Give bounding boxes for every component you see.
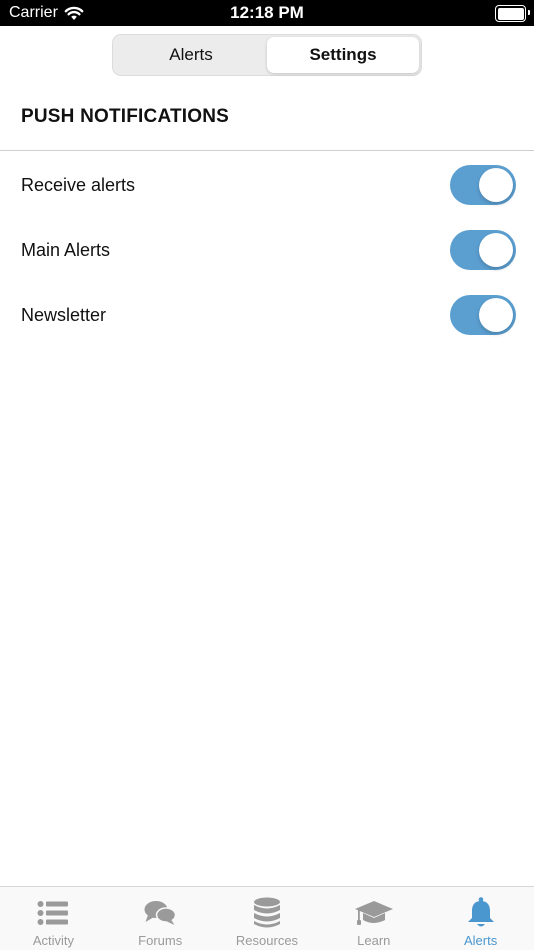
screen: Carrier 12:18 PM Alerts Settings PUSH NO… — [0, 0, 534, 950]
tab-label: Resources — [235, 933, 299, 948]
tab-label: Activity — [32, 933, 74, 948]
database-icon — [253, 897, 281, 929]
chat-bubbles-icon — [144, 897, 177, 929]
tab-activity[interactable]: Activity — [0, 887, 107, 950]
status-time: 12:18 PM — [230, 3, 304, 22]
segment-alerts[interactable]: Alerts — [115, 37, 267, 73]
section-divider — [0, 150, 534, 151]
setting-label: Main Alerts — [21, 240, 111, 260]
setting-label: Receive alerts — [21, 175, 136, 195]
segmented-control: Alerts Settings — [112, 34, 422, 76]
battery-icon — [495, 5, 530, 22]
segment-alerts-label: Alerts — [169, 45, 213, 64]
setting-row-main-alerts: Main Alerts — [0, 226, 534, 276]
tab-label: Alerts — [463, 933, 498, 948]
tab-resources[interactable]: Resources — [214, 887, 321, 950]
toggle-knob — [479, 298, 513, 332]
tab-label: Learn — [357, 933, 391, 948]
setting-label: Newsletter — [21, 305, 107, 325]
graduation-cap-icon — [354, 897, 394, 929]
tab-label: Forums — [138, 933, 183, 948]
segment-settings[interactable]: Settings — [267, 37, 419, 73]
newsletter-toggle[interactable] — [450, 295, 516, 335]
list-icon — [37, 897, 69, 929]
status-bar: Carrier 12:18 PM — [0, 0, 534, 26]
tab-alerts[interactable]: Alerts — [427, 887, 534, 950]
tab-forums[interactable]: Forums — [107, 887, 214, 950]
bell-icon — [466, 897, 496, 929]
tab-bar: Activity Forums Resources Learn Alerts — [0, 886, 534, 950]
main-alerts-toggle[interactable] — [450, 230, 516, 270]
toggle-knob — [479, 168, 513, 202]
tab-learn[interactable]: Learn — [320, 887, 427, 950]
setting-row-receive-alerts: Receive alerts — [0, 161, 534, 211]
setting-row-newsletter: Newsletter — [0, 291, 534, 341]
section-title: PUSH NOTIFICATIONS — [21, 106, 230, 127]
segment-settings-label: Settings — [309, 45, 377, 64]
receive-alerts-toggle[interactable] — [450, 165, 516, 205]
toggle-knob — [479, 233, 513, 267]
